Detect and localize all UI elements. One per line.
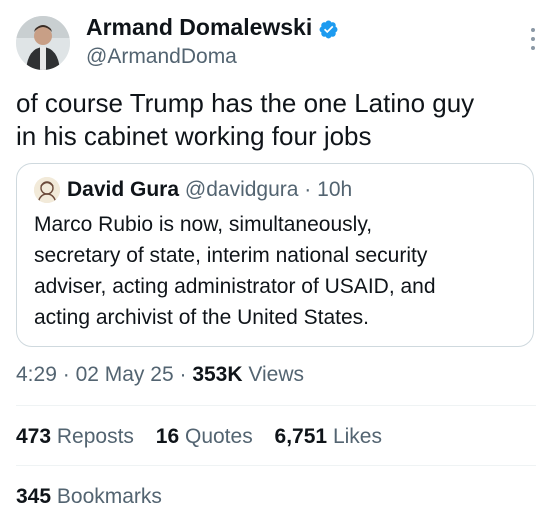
author-name[interactable]: Armand Domalewski: [86, 12, 339, 42]
tweet-text: of course Trump has the one Latino guy i…: [16, 88, 475, 151]
views-count: 353K: [192, 363, 243, 386]
meta-separator: ·: [179, 363, 187, 386]
bookmarks-stat[interactable]: 345 Bookmarks: [16, 482, 162, 512]
tweet-date[interactable]: 02 May 25: [76, 363, 174, 386]
reposts-stat[interactable]: 473 Reposts: [16, 425, 140, 448]
tweet-meta: 4:29 · 02 May 25 · 353K Views: [16, 360, 304, 390]
bookmarks-count: 345: [16, 485, 52, 508]
likes-stat[interactable]: 6,751 Likes: [275, 425, 382, 448]
more-options-icon[interactable]: [530, 28, 536, 50]
quoted-tweet[interactable]: David Gura @davidgura · 10h Marco Rubio …: [16, 163, 534, 347]
likes-label: Likes: [332, 425, 382, 448]
verified-badge-icon[interactable]: [318, 17, 339, 38]
quote-separator: ·: [304, 178, 312, 201]
likes-count: 6,751: [274, 425, 328, 448]
quotes-count: 16: [155, 425, 180, 448]
author-handle[interactable]: @ArmandDoma: [86, 43, 237, 71]
author-name-text[interactable]: Armand Domalewski: [86, 12, 312, 42]
engagement-stats: 473 Reposts 16 Quotes 6,751 Likes: [16, 422, 398, 452]
quote-author-handle[interactable]: @davidgura: [185, 178, 299, 201]
quote-time[interactable]: 10h: [317, 178, 352, 201]
author-avatar[interactable]: [16, 16, 70, 70]
tweet-time[interactable]: 4:29: [16, 363, 57, 386]
quote-author-avatar[interactable]: [34, 177, 60, 203]
quotes-stat[interactable]: 16 Quotes: [156, 425, 259, 448]
quote-header: David Gura @davidgura · 10h: [67, 175, 352, 205]
reposts-count: 473: [16, 425, 52, 448]
reposts-label: Reposts: [56, 425, 134, 448]
user-avatar-icon: [16, 16, 70, 70]
bookmarks-label: Bookmarks: [56, 485, 162, 508]
meta-separator: ·: [62, 363, 70, 386]
quote-avatar-icon: [34, 177, 60, 203]
divider: [16, 465, 536, 466]
quote-author-name[interactable]: David Gura: [67, 178, 179, 201]
quotes-label: Quotes: [184, 425, 253, 448]
quote-text: Marco Rubio is now, simultaneously, secr…: [34, 213, 436, 329]
views-label: Views: [248, 363, 304, 386]
divider: [16, 405, 536, 406]
